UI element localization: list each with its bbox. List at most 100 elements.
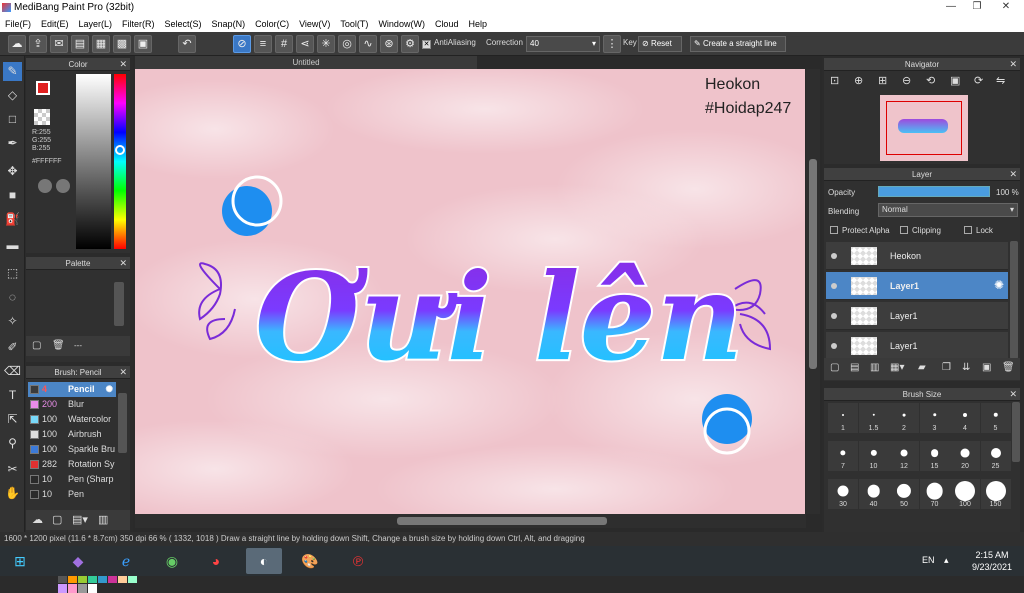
- layer-row[interactable]: Heokon: [826, 242, 1008, 270]
- snap-parallel-icon[interactable]: ≡: [254, 35, 272, 53]
- merge-layer-icon[interactable]: ⇊: [962, 362, 970, 373]
- palette-scrollbar[interactable]: [114, 282, 124, 326]
- brush-item[interactable]: 282 Rotation Sy: [28, 457, 116, 472]
- brush-size-option[interactable]: 100: [950, 479, 980, 509]
- horizontal-scrollbar-thumb[interactable]: [397, 517, 607, 525]
- menu-layer[interactable]: Layer(L): [74, 19, 118, 29]
- layer-row[interactable]: Layer1 ✺: [826, 272, 1008, 300]
- bucket-tool-icon[interactable]: ⛽: [3, 210, 22, 229]
- snap-circle-icon[interactable]: ◎: [338, 35, 356, 53]
- brush-menu-icon[interactable]: ▤▾: [72, 513, 88, 526]
- menu-tool[interactable]: Tool(T): [335, 19, 373, 29]
- chrome-icon[interactable]: ◕: [198, 548, 234, 574]
- close-icon[interactable]: ✕: [1009, 388, 1017, 401]
- vertical-scrollbar-thumb[interactable]: [809, 159, 817, 369]
- new-8bit-layer-icon[interactable]: ▥: [870, 362, 879, 373]
- brush-size-option[interactable]: 70: [919, 479, 950, 509]
- brush-size-option[interactable]: 12: [889, 441, 919, 471]
- brush-item[interactable]: 4 Pencil ✺: [28, 382, 116, 397]
- rotate-reset-icon[interactable]: ▣: [950, 74, 960, 87]
- dot-tool-icon[interactable]: □: [3, 110, 22, 129]
- menu-snap[interactable]: Snap(N): [207, 19, 251, 29]
- brush-size-option[interactable]: 10: [858, 441, 889, 471]
- brush-list-scrollbar[interactable]: [118, 393, 127, 453]
- clock[interactable]: 2:15 AM 9/23/2021: [962, 549, 1022, 573]
- brush-size-option[interactable]: 7: [828, 441, 858, 471]
- brush-item[interactable]: 10 Pen: [28, 487, 116, 502]
- brush-size-option[interactable]: 40: [858, 479, 889, 509]
- protect-alpha-checkbox[interactable]: [830, 226, 838, 234]
- horizontal-scrollbar[interactable]: [135, 514, 806, 528]
- clipping-checkbox[interactable]: [900, 226, 908, 234]
- menu-color[interactable]: Color(C): [250, 19, 294, 29]
- palette-swatch[interactable]: [88, 584, 97, 593]
- straight-line-button[interactable]: ✎ Create a straight line: [690, 36, 786, 52]
- rotate-left-icon[interactable]: ⟲: [926, 74, 935, 87]
- snap-vanish-icon[interactable]: ⋖: [296, 35, 314, 53]
- close-icon[interactable]: ✕: [119, 257, 127, 270]
- duplicate-layer-icon[interactable]: ❐: [942, 362, 951, 373]
- layer-list-scrollbar[interactable]: [1010, 241, 1018, 359]
- image-icon[interactable]: ▣: [134, 35, 152, 53]
- visibility-icon[interactable]: [831, 283, 837, 289]
- zoom-in-icon[interactable]: ⊕: [854, 74, 863, 87]
- lasso-tool-icon[interactable]: ◌: [3, 288, 22, 307]
- foreground-color-swatch[interactable]: [36, 81, 50, 95]
- move-tool-icon[interactable]: ✥: [3, 162, 22, 181]
- settings-icon[interactable]: ⚙: [401, 35, 419, 53]
- brush-size-option[interactable]: 1.5: [858, 403, 889, 433]
- close-icon[interactable]: ✕: [119, 58, 127, 71]
- gradient-tool-icon[interactable]: ▬: [3, 236, 22, 255]
- hue-slider[interactable]: [114, 74, 126, 249]
- brush-size-option[interactable]: 15: [919, 441, 950, 471]
- internet-explorer-icon[interactable]: ℯ: [108, 548, 144, 574]
- brush-item[interactable]: 100 Airbrush: [28, 427, 116, 442]
- brush-size-option[interactable]: 20: [950, 441, 980, 471]
- menu-select[interactable]: Select(S): [160, 19, 207, 29]
- close-icon[interactable]: ✕: [1009, 168, 1017, 181]
- menu-file[interactable]: File(F): [0, 19, 36, 29]
- opacity-slider[interactable]: [878, 186, 990, 197]
- cloud-icon[interactable]: ☁: [8, 35, 26, 53]
- page-icon[interactable]: ▤: [71, 35, 89, 53]
- brush-item[interactable]: 10 Pen (Sharp: [28, 472, 116, 487]
- text-tool-icon[interactable]: T: [3, 386, 22, 405]
- snap-radial-icon[interactable]: ✳: [317, 35, 335, 53]
- start-button-icon[interactable]: ⊞: [4, 548, 36, 574]
- language-indicator[interactable]: EN: [922, 555, 935, 565]
- brush-size-option[interactable]: 25: [980, 441, 1011, 471]
- close-icon[interactable]: ✕: [119, 366, 127, 379]
- menu-filter[interactable]: Filter(R): [117, 19, 160, 29]
- visibility-icon[interactable]: [831, 253, 837, 259]
- palette-swatch[interactable]: [68, 584, 77, 593]
- menu-window[interactable]: Window(W): [373, 19, 430, 29]
- palette-swatch[interactable]: [58, 584, 67, 593]
- brush-cloud-icon[interactable]: ☁: [32, 513, 43, 526]
- snap-target-icon[interactable]: ⊛: [380, 35, 398, 53]
- palette-swatch[interactable]: [78, 584, 87, 593]
- rotate-right-icon[interactable]: ⟳: [974, 74, 983, 87]
- brush-item[interactable]: 100 Watercolor: [28, 412, 116, 427]
- gear-icon[interactable]: ✺: [994, 278, 1004, 292]
- close-icon[interactable]: ✕: [1009, 58, 1017, 71]
- layer-settings-icon[interactable]: ▣: [982, 362, 991, 373]
- brush-size-option[interactable]: 3: [919, 403, 950, 433]
- brush-tool-icon[interactable]: ✎: [3, 62, 22, 81]
- pages-icon[interactable]: ▦: [92, 35, 110, 53]
- fill-rect-tool-icon[interactable]: ■: [3, 186, 22, 205]
- divide-tool-icon[interactable]: ✂: [3, 460, 22, 479]
- paint-icon[interactable]: 🎨: [292, 548, 328, 574]
- brush-size-scrollbar[interactable]: [1012, 402, 1020, 462]
- zoom-actual-icon[interactable]: ⊞: [878, 74, 887, 87]
- snap-curve-icon[interactable]: ∿: [359, 35, 377, 53]
- maximize-button[interactable]: ❐: [966, 0, 988, 14]
- visibility-icon[interactable]: [831, 313, 837, 319]
- hand-tool-icon[interactable]: ✋: [3, 484, 22, 503]
- trash-icon[interactable]: 🗑: [52, 340, 65, 351]
- blending-select[interactable]: Normal ▾: [878, 203, 1018, 217]
- pen-tool-icon[interactable]: ✒: [3, 134, 22, 153]
- brush-size-option[interactable]: 2: [889, 403, 919, 433]
- eyedropper-tool-icon[interactable]: ⚲: [3, 434, 22, 453]
- menu-cloud[interactable]: Cloud: [430, 19, 464, 29]
- menu-view[interactable]: View(V): [294, 19, 335, 29]
